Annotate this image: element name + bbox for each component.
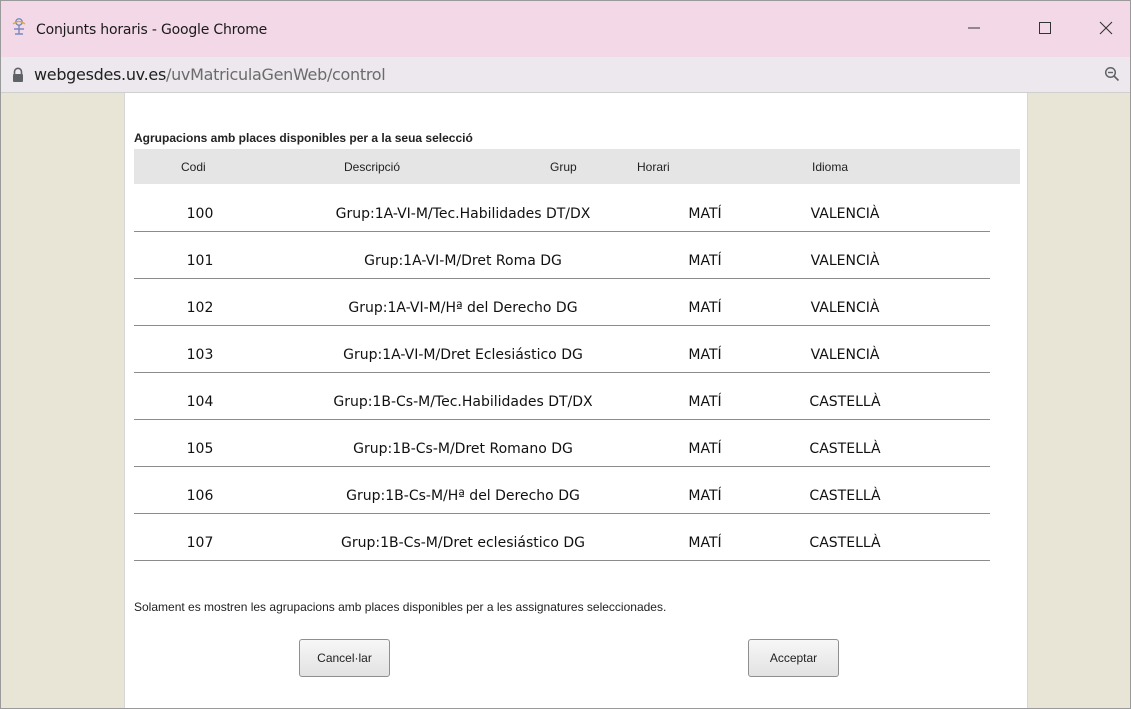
cell-descripcio: Grup:1B-Cs-M/Dret eclesiástico DG <box>341 535 585 551</box>
cell-horari: MATÍ <box>688 347 722 363</box>
cell-idioma: CASTELLÀ <box>809 488 881 504</box>
cell-idioma: VALENCIÀ <box>810 347 880 363</box>
url-host: webgesdes.uv.es <box>34 65 166 84</box>
cell-descripcio: Grup:1B-Cs-M/Hª del Derecho DG <box>346 488 580 504</box>
table-row[interactable]: 100 Grup:1A-VI-M/Tec.Habilidades DT/DX MAT… <box>134 185 990 232</box>
cell-codi: 104 <box>186 394 214 410</box>
table-row[interactable]: 103 Grup:1A-VI-M/Dret Eclesiástico DG MATÍ… <box>134 326 990 373</box>
cell-codi: 103 <box>186 347 214 363</box>
cell-descripcio: Grup:1A-VI-M/Dret Eclesiástico DG <box>343 347 583 363</box>
minimize-button[interactable] <box>954 13 994 43</box>
cell-horari: MATÍ <box>688 253 722 269</box>
cell-idioma: CASTELLÀ <box>809 535 881 551</box>
url-text[interactable]: webgesdes.uv.es/uvMatriculaGenWeb/contro… <box>34 65 386 84</box>
cell-descripcio: Grup:1A-VI-M/Tec.Habilidades DT/DX <box>335 206 591 222</box>
cell-idioma: VALENCIÀ <box>810 253 880 269</box>
zoom-out-icon[interactable] <box>1104 66 1120 82</box>
cell-horari: MATÍ <box>688 206 722 222</box>
table-row[interactable]: 101 Grup:1A-VI-M/Dret Roma DG MATÍ VALENCIÀ <box>134 232 990 279</box>
column-header-idioma: Idioma <box>812 160 849 174</box>
schedule-groups-dialog: Agrupacions amb places disponibles per a… <box>124 93 1028 708</box>
cell-descripcio: Grup:1B-Cs-M/Tec.Habilidades DT/DX <box>333 394 593 410</box>
browser-window: Conjunts horaris - Google Chrome webgesd… <box>0 0 1131 709</box>
cell-codi: 106 <box>186 488 214 504</box>
cell-horari: MATÍ <box>688 394 722 410</box>
column-header-descripcio: Descripció <box>344 160 401 174</box>
chrome-app-icon <box>11 16 27 36</box>
column-header-grup: Grup <box>550 160 577 174</box>
cell-idioma: VALENCIÀ <box>810 206 880 222</box>
close-button[interactable] <box>1086 13 1126 43</box>
maximize-button[interactable] <box>1025 13 1065 43</box>
cell-horari: MATÍ <box>688 441 722 457</box>
cell-codi: 105 <box>186 441 214 457</box>
column-header-codi: Codi <box>181 160 206 174</box>
table-row[interactable]: 105 Grup:1B-Cs-M/Dret Romano DG MATÍ CASTEL… <box>134 420 990 467</box>
maximize-icon <box>1039 22 1051 34</box>
footer-note: Solament es mostren les agrupacions amb … <box>134 600 667 614</box>
cancel-button[interactable]: Cancel·lar <box>299 639 390 677</box>
lock-icon[interactable] <box>11 67 25 83</box>
groups-table[interactable]: 100 Grup:1A-VI-M/Tec.Habilidades DT/DX MAT… <box>134 185 1020 605</box>
cell-descripcio: Grup:1A-VI-M/Hª del Derecho DG <box>348 300 578 316</box>
cell-horari: MATÍ <box>688 300 722 316</box>
cell-codi: 107 <box>186 535 214 551</box>
cell-horari: MATÍ <box>688 535 722 551</box>
close-icon <box>1099 21 1113 35</box>
cell-idioma: CASTELLÀ <box>809 394 881 410</box>
table-row[interactable]: 104 Grup:1B-Cs-M/Tec.Habilidades DT/DX MAT… <box>134 373 990 420</box>
cell-codi: 102 <box>186 300 214 316</box>
table-row[interactable]: 102 Grup:1A-VI-M/Hª del Derecho DG MATÍ VAL… <box>134 279 990 326</box>
minimize-icon <box>968 22 980 34</box>
url-path: /uvMatriculaGenWeb/control <box>165 65 386 84</box>
dialog-heading: Agrupacions amb places disponibles per a… <box>134 131 473 145</box>
address-bar[interactable]: webgesdes.uv.es/uvMatriculaGenWeb/contro… <box>1 57 1130 93</box>
table-row[interactable]: 107 Grup:1B-Cs-M/Dret eclesiástico DG MATÍ… <box>134 514 990 561</box>
cell-horari: MATÍ <box>688 488 722 504</box>
column-header-horari: Horari <box>637 160 670 174</box>
window-title: Conjunts horaris - Google Chrome <box>36 22 268 38</box>
cell-idioma: VALENCIÀ <box>810 300 880 316</box>
cell-idioma: CASTELLÀ <box>809 441 881 457</box>
cell-descripcio: Grup:1A-VI-M/Dret Roma DG <box>364 253 562 269</box>
cell-codi: 101 <box>186 253 214 269</box>
accept-button[interactable]: Acceptar <box>748 639 839 677</box>
table-row[interactable]: 106 Grup:1B-Cs-M/Hª del Derecho DG MATÍ CAS… <box>134 467 990 514</box>
table-header: Codi Descripció Grup Horari Idioma <box>134 149 1020 184</box>
cell-descripcio: Grup:1B-Cs-M/Dret Romano DG <box>353 441 573 457</box>
title-bar[interactable]: Conjunts horaris - Google Chrome <box>1 1 1130 57</box>
cell-codi: 100 <box>186 206 214 222</box>
